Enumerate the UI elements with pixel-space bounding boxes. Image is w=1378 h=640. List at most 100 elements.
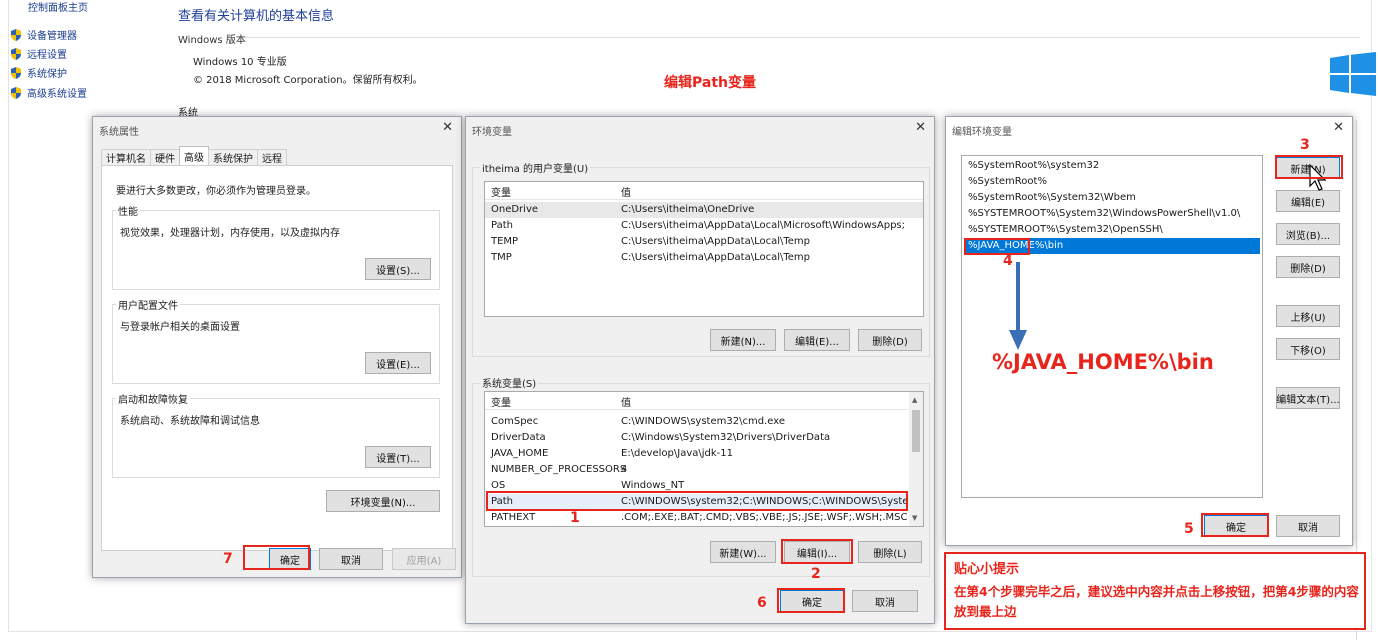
highlight-envvars-ok bbox=[777, 588, 845, 613]
tip-body: 在第4个步骤完毕之后，建议选中内容并点击上移按钮，把第4步骤的内容放到最上边 bbox=[954, 584, 1359, 619]
var-value: C:\WINDOWS\system32\cmd.exe bbox=[621, 416, 785, 427]
step-number: 3 bbox=[1300, 137, 1310, 153]
nav-label: 系统保护 bbox=[27, 69, 67, 80]
close-icon[interactable]: ✕ bbox=[1333, 120, 1344, 135]
user-profile-desc: 与登录帐户相关的桌面设置 bbox=[120, 322, 240, 333]
highlight-sysprops-ok bbox=[243, 545, 310, 570]
tab-system-protection[interactable]: 系统保护 bbox=[208, 149, 258, 165]
copyright-text: © 2018 Microsoft Corporation。保留所有权利。 bbox=[193, 75, 423, 86]
step-number: 7 bbox=[223, 551, 233, 567]
cancel-button[interactable]: 取消 bbox=[319, 548, 383, 570]
list-item[interactable]: %SYSTEMROOT%\System32\WindowsPowerShell\… bbox=[964, 206, 1260, 222]
nav-device-manager[interactable]: 设备管理器 bbox=[10, 27, 77, 42]
browse-button[interactable]: 浏览(B)... bbox=[1276, 223, 1340, 245]
edit-text-button[interactable]: 编辑文本(T)... bbox=[1276, 387, 1340, 409]
startup-recovery-label: 启动和故障恢复 bbox=[116, 391, 190, 406]
user-profile-settings-button[interactable]: 设置(E)... bbox=[365, 352, 431, 374]
system-delete-button[interactable]: 删除(L) bbox=[858, 541, 922, 563]
list-item[interactable]: %SystemRoot%\System32\Wbem bbox=[964, 190, 1260, 206]
highlight-path-row bbox=[486, 491, 908, 511]
var-value: C:\Users\itheima\AppData\Local\Microsoft… bbox=[621, 220, 905, 231]
column-header-variable[interactable]: 变量 bbox=[491, 184, 511, 199]
tab-hardware[interactable]: 硬件 bbox=[150, 149, 180, 165]
list-item[interactable]: %SYSTEMROOT%\System32\OpenSSH\ bbox=[964, 222, 1260, 238]
step-number: 2 bbox=[811, 566, 821, 582]
tip-title: 贴心小提示 bbox=[954, 562, 1020, 577]
environment-variables-button[interactable]: 环境变量(N)... bbox=[326, 490, 440, 512]
user-edit-button[interactable]: 编辑(E)... bbox=[784, 329, 850, 351]
list-item[interactable]: %SystemRoot%\system32 bbox=[964, 158, 1260, 174]
nav-advanced-settings[interactable]: 高级系统设置 bbox=[10, 85, 87, 100]
highlight-editenv-ok bbox=[1201, 513, 1269, 537]
tab-remote[interactable]: 远程 bbox=[257, 149, 287, 165]
close-icon[interactable]: ✕ bbox=[442, 120, 453, 135]
nav-label: 高级系统设置 bbox=[27, 89, 87, 100]
move-up-button[interactable]: 上移(U) bbox=[1276, 305, 1340, 327]
startup-settings-button[interactable]: 设置(T)... bbox=[365, 446, 431, 468]
nav-remote-settings[interactable]: 远程设置 bbox=[10, 46, 67, 61]
var-name: TEMP bbox=[491, 236, 519, 247]
performance-settings-button[interactable]: 设置(S)... bbox=[365, 258, 431, 280]
cancel-button[interactable]: 取消 bbox=[852, 590, 918, 612]
shield-icon bbox=[11, 47, 21, 60]
var-value: C:\Users\itheima\AppData\Local\Temp bbox=[621, 252, 811, 263]
delete-button[interactable]: 删除(D) bbox=[1276, 256, 1340, 278]
step-number: 6 bbox=[757, 595, 767, 611]
control-panel-home-link[interactable]: 控制面板主页 bbox=[28, 0, 88, 14]
table-row[interactable]: OneDrive C:\Users\itheima\OneDrive bbox=[485, 202, 923, 218]
startup-recovery-desc: 系统启动、系统故障和调试信息 bbox=[120, 416, 260, 427]
system-vars-label: 系统变量(S) bbox=[480, 375, 539, 390]
shield-icon bbox=[11, 28, 21, 41]
tab-computer-name[interactable]: 计算机名 bbox=[101, 149, 151, 165]
list-item[interactable]: %SystemRoot% bbox=[964, 174, 1260, 190]
tab-advanced[interactable]: 高级 bbox=[179, 146, 209, 165]
var-name: DriverData bbox=[491, 432, 546, 443]
scroll-up-icon[interactable]: ▲ bbox=[912, 396, 917, 404]
down-arrow-icon bbox=[1009, 262, 1027, 350]
edit-environment-variable-dialog: 编辑环境变量 ✕ %SystemRoot%\system32 %SystemRo… bbox=[945, 116, 1353, 546]
user-profile-label: 用户配置文件 bbox=[116, 297, 180, 312]
table-row[interactable]: JAVA_HOME E:\develop\Java\jdk-11 bbox=[485, 446, 923, 462]
dialog-title: 环境变量 bbox=[472, 127, 512, 138]
nav-system-protection[interactable]: 系统保护 bbox=[10, 65, 67, 80]
java-home-bin-label: %JAVA_HOME%\bin bbox=[992, 350, 1214, 374]
var-value: C:\Users\itheima\OneDrive bbox=[621, 204, 755, 215]
nav-label: 远程设置 bbox=[27, 50, 67, 61]
cancel-button[interactable]: 取消 bbox=[1276, 515, 1340, 537]
tip-box: 贴心小提示 在第4个步骤完毕之后，建议选中内容并点击上移按钮，把第4步骤的内容放… bbox=[944, 552, 1366, 630]
dialog-title: 编辑环境变量 bbox=[952, 127, 1012, 138]
environment-variables-dialog: 环境变量 ✕ itheima 的用户变量(U) 变量 值 OneDrive C:\… bbox=[465, 116, 935, 624]
table-row[interactable]: Path C:\Users\itheima\AppData\Local\Micro… bbox=[485, 218, 923, 234]
scroll-down-icon[interactable]: ▼ bbox=[912, 514, 917, 522]
main-caption: 编辑Path变量 bbox=[664, 75, 756, 91]
close-icon[interactable]: ✕ bbox=[915, 120, 926, 135]
table-row[interactable]: TMP C:\Users\itheima\AppData\Local\Temp bbox=[485, 250, 923, 266]
table-row[interactable]: ComSpec C:\WINDOWS\system32\cmd.exe bbox=[485, 414, 923, 430]
edit-button[interactable]: 编辑(E) bbox=[1276, 190, 1340, 212]
user-vars-list[interactable]: 变量 值 OneDrive C:\Users\itheima\OneDrive P… bbox=[484, 181, 924, 317]
table-row[interactable]: TEMP C:\Users\itheima\AppData\Local\Temp bbox=[485, 234, 923, 250]
system-new-button[interactable]: 新建(W)... bbox=[710, 541, 776, 563]
column-header-variable[interactable]: 变量 bbox=[491, 394, 511, 409]
var-name: TMP bbox=[491, 252, 512, 263]
move-down-button[interactable]: 下移(O) bbox=[1276, 338, 1340, 360]
shield-icon bbox=[11, 66, 21, 79]
table-row[interactable]: PATHEXT .COM;.EXE;.BAT;.CMD;.VBS;.VBE;.JS… bbox=[485, 510, 923, 526]
var-name: NUMBER_OF_PROCESSORS bbox=[491, 464, 627, 475]
windows-logo-icon bbox=[1330, 52, 1376, 96]
var-value: .COM;.EXE;.BAT;.CMD;.VBS;.VBE;.JS;.JSE;.… bbox=[621, 512, 908, 523]
var-value: Windows_NT bbox=[621, 480, 685, 491]
nav-label: 设备管理器 bbox=[27, 31, 77, 42]
list-header: 变量 值 bbox=[485, 182, 923, 200]
path-entries-list[interactable]: %SystemRoot%\system32 %SystemRoot% %Syst… bbox=[961, 155, 1263, 498]
scrollbar-thumb[interactable] bbox=[912, 410, 920, 452]
table-row[interactable]: DriverData C:\Windows\System32\Drivers\Dr… bbox=[485, 430, 923, 446]
scrollbar[interactable]: ▲ ▼ bbox=[909, 392, 923, 526]
user-new-button[interactable]: 新建(N)... bbox=[710, 329, 776, 351]
column-header-value[interactable]: 值 bbox=[621, 394, 631, 409]
table-row[interactable]: NUMBER_OF_PROCESSORS 4 bbox=[485, 462, 923, 478]
var-name: ComSpec bbox=[491, 416, 539, 427]
apply-button[interactable]: 应用(A) bbox=[392, 548, 456, 570]
column-header-value[interactable]: 值 bbox=[621, 184, 631, 199]
user-delete-button[interactable]: 删除(D) bbox=[858, 329, 922, 351]
